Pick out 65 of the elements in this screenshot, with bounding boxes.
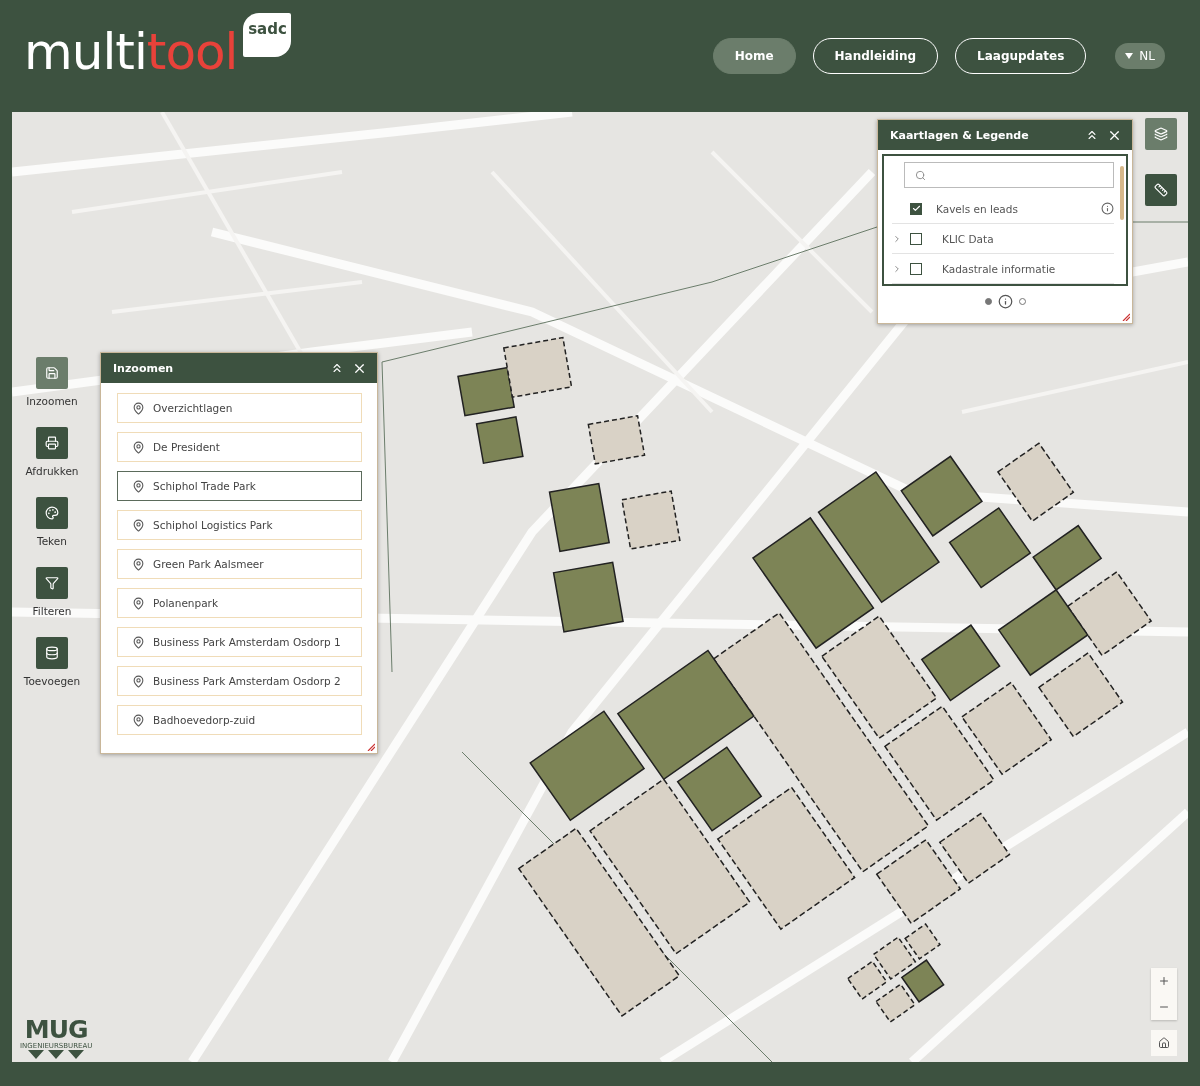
resize-grip-icon[interactable]: [1122, 313, 1130, 321]
tool-button[interactable]: [36, 567, 68, 599]
map-pin-icon: [132, 401, 145, 415]
location-item[interactable]: Schiphol Trade Park: [117, 471, 362, 501]
tool-button[interactable]: [36, 637, 68, 669]
page-dot[interactable]: [984, 298, 992, 305]
tool-label: Filteren: [32, 605, 72, 617]
home-icon: [1158, 1037, 1170, 1049]
scrollbar[interactable]: [1120, 166, 1124, 220]
map-pin-icon: [132, 674, 145, 688]
logo-text: multitool: [24, 27, 238, 77]
map-pin-icon: [132, 713, 145, 727]
search-icon: [915, 169, 926, 181]
language-dropdown[interactable]: NL: [1115, 43, 1165, 69]
location-item[interactable]: Polanenpark: [117, 588, 362, 618]
layer-label: KLIC Data: [941, 232, 995, 245]
collapse-button[interactable]: [330, 361, 344, 375]
location-item[interactable]: Schiphol Logistics Park: [117, 510, 362, 540]
logo-badge: sadc: [243, 13, 292, 57]
map-pin-icon: [132, 518, 145, 532]
search-field[interactable]: [904, 162, 1114, 188]
layer-checkbox[interactable]: [910, 262, 922, 275]
location-item[interactable]: Badhoevedorp-zuid: [117, 705, 362, 735]
location-item[interactable]: Business Park Amsterdam Osdorp 1: [117, 627, 362, 657]
tool-button[interactable]: [36, 357, 68, 389]
location-item[interactable]: De President: [117, 432, 362, 462]
layer-label: Kavels en leads: [935, 202, 1019, 215]
filter-icon: [45, 576, 59, 590]
tool-label: Inzoomen: [26, 395, 78, 407]
layer-checkbox[interactable]: [910, 202, 922, 215]
info-icon[interactable]: [1101, 202, 1114, 215]
database-icon: [45, 646, 59, 660]
map-pin-icon: [132, 479, 145, 493]
resize-grip-icon[interactable]: [367, 743, 375, 751]
tool-button[interactable]: [36, 427, 68, 459]
map-pin-icon: [132, 557, 145, 571]
layers-icon: [1154, 127, 1168, 141]
map-pin-icon: [132, 596, 145, 610]
logo-text: MUG: [24, 1017, 88, 1042]
caret-icon: [1125, 53, 1134, 59]
nav-button[interactable]: Home: [712, 38, 796, 74]
tool-label: Teken: [37, 535, 67, 547]
map-tool-button[interactable]: [1145, 174, 1177, 206]
collapse-button[interactable]: [1085, 128, 1099, 142]
location-item[interactable]: Overzichtlagen: [117, 393, 362, 423]
home-button[interactable]: [1151, 1030, 1177, 1056]
tool-label: Toevoegen: [23, 675, 81, 687]
layer-label: Kadastrale informatie: [941, 262, 1057, 275]
map-tool-button[interactable]: [1145, 118, 1177, 150]
panel-title: Kaartlagen & Legende: [890, 128, 1030, 142]
palette-icon: [45, 506, 59, 520]
location-item[interactable]: Green Park Aalsmeer: [117, 549, 362, 579]
page-dot[interactable]: [1018, 298, 1026, 305]
triangles-icon: [28, 1050, 85, 1060]
map-pin-icon: [132, 440, 145, 454]
ruler-icon: [1154, 183, 1168, 197]
tool-label: Afdrukken: [25, 465, 79, 477]
layer-checkbox[interactable]: [910, 232, 922, 245]
info-icon[interactable]: [997, 294, 1013, 309]
plus-icon: [1158, 975, 1170, 987]
panel-title: Inzoomen: [113, 361, 175, 375]
printer-icon: [45, 436, 59, 450]
tool-button[interactable]: [36, 497, 68, 529]
map-pin-icon: [132, 635, 145, 649]
location-item[interactable]: Business Park Amsterdam Osdorp 2: [117, 666, 362, 696]
